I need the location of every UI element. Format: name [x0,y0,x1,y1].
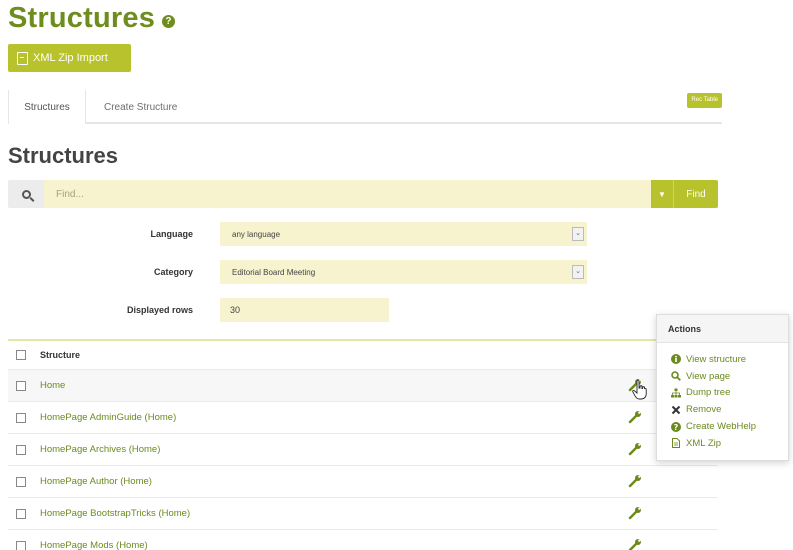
action-xml-zip[interactable]: XML Zip [671,435,788,452]
chevron-down-icon: ⌄ [572,227,584,241]
language-select-value: any language [232,229,281,239]
tab-structures[interactable]: Structures [8,90,86,124]
tab-bar: Structures Create Structure Rec Table [8,90,722,124]
search-icon [21,189,31,199]
structure-column-header: Structure [40,350,81,360]
tab-create-structure[interactable]: Create Structure [104,90,177,124]
select-all-checkbox[interactable] [16,350,26,360]
xml-zip-import-label: XML Zip Import [33,52,108,64]
structure-link[interactable]: HomePage AdminGuide (Home) [40,412,176,423]
caret-down-icon: ▼ [658,189,666,199]
zoom-icon [671,371,681,382]
page-title: Structures ? [8,2,176,35]
structure-link[interactable]: HomePage Archives (Home) [40,444,160,455]
row-checkbox[interactable] [16,380,26,391]
row-checkbox[interactable] [16,444,26,455]
wrench-icon[interactable] [628,442,642,456]
structure-link[interactable]: HomePage Mods (Home) [40,540,148,550]
action-dump-tree[interactable]: Dump tree [671,385,788,402]
row-checkbox[interactable] [16,540,26,550]
file-icon [17,51,28,65]
action-label: XML Zip [686,437,722,449]
search-options-dropdown[interactable]: ▼ [651,180,674,208]
structures-table: Structure Home HomePage AdminGuide (Home… [8,339,718,550]
table-header: Structure [8,339,718,370]
language-label: Language [150,229,193,239]
structure-link[interactable]: HomePage BootstrapTricks (Home) [40,508,190,519]
wrench-icon[interactable] [628,506,642,520]
rec-table-badge[interactable]: Rec Table [687,93,722,108]
actions-list: View structure View page Dump tree Remov… [657,343,788,452]
section-title: Structures [8,143,119,168]
structure-link[interactable]: Home [40,380,65,391]
actions-title: Actions [657,315,788,343]
xml-zip-import-button[interactable]: XML Zip Import [8,44,131,72]
action-view-structure[interactable]: View structure [671,351,788,368]
table-row: Home [8,370,718,402]
sitemap-icon [671,388,681,398]
chevron-down-icon: ⌄ [572,265,584,279]
svg-text:?: ? [674,423,679,432]
table-row: HomePage BootstrapTricks (Home) [8,498,718,530]
displayed-rows-input[interactable] [220,298,389,322]
action-label: View structure [686,353,747,365]
wrench-icon[interactable] [628,474,642,488]
action-remove[interactable]: Remove [671,401,788,418]
search-addon [8,180,44,208]
row-checkbox[interactable] [16,476,26,487]
wrench-icon[interactable] [628,410,642,424]
table-row: HomePage Mods (Home) [8,530,718,550]
action-label: Create WebHelp [686,421,757,433]
info-icon [671,354,681,365]
page-title-text: Structures [8,2,156,34]
hand-cursor-icon [632,379,647,400]
action-label: View page [686,370,731,382]
help-icon[interactable]: ? [162,15,176,28]
language-select[interactable]: any language ⌄ [220,222,587,246]
row-checkbox[interactable] [16,508,26,519]
action-view-page[interactable]: View page [671,368,788,385]
action-create-webhelp[interactable]: ? Create WebHelp [671,418,788,435]
search-input[interactable] [44,180,651,208]
table-row: HomePage Author (Home) [8,466,718,498]
category-select-value: Editorial Board Meeting [232,267,316,277]
file-icon [672,438,680,449]
table-row: HomePage AdminGuide (Home) [8,402,718,434]
category-select[interactable]: Editorial Board Meeting ⌄ [220,260,587,284]
action-label: Remove [686,404,722,416]
wrench-icon[interactable] [628,538,642,550]
search-bar: ▼ Find [8,180,718,208]
table-row: HomePage Archives (Home) [8,434,718,466]
help-icon: ? [671,421,681,432]
category-label: Category [153,267,193,277]
action-label: Dump tree [686,387,731,399]
structure-link[interactable]: HomePage Author (Home) [40,476,152,487]
displayed-rows-label: Displayed rows [126,305,193,315]
find-button[interactable]: Find [674,180,718,208]
row-checkbox[interactable] [16,412,26,423]
close-icon [671,405,681,414]
actions-popover: Actions View structure View page Dump tr… [656,314,789,461]
